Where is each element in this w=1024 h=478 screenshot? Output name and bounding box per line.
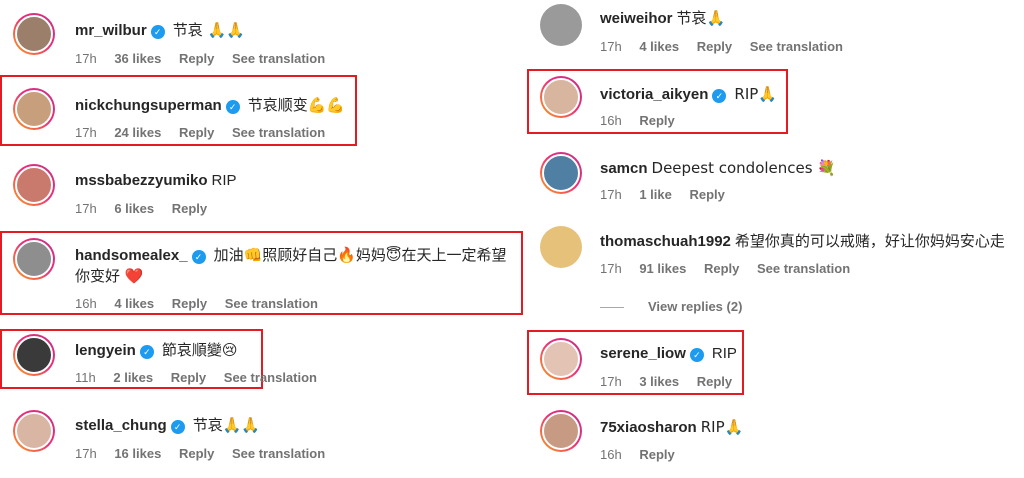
verified-badge-icon: ✓ <box>139 345 154 359</box>
comment-time: 16h <box>600 447 622 462</box>
likes-count[interactable]: 91 likes <box>639 261 686 276</box>
reply-button[interactable]: Reply <box>172 201 207 216</box>
likes-count[interactable]: 4 likes <box>639 39 679 54</box>
comment-time: 17h <box>600 261 622 276</box>
comment-text: RIP <box>211 172 237 189</box>
verified-badge-icon: ✓ <box>225 100 240 114</box>
comment-username[interactable]: nickchungsuperman <box>75 97 222 114</box>
see-translation-button[interactable]: See translation <box>232 446 325 461</box>
verified-badge-icon: ✓ <box>712 89 727 103</box>
comment-time: 17h <box>75 446 97 461</box>
comment-time: 17h <box>75 125 97 140</box>
reply-button[interactable]: Reply <box>639 113 674 128</box>
comment-text: Deepest condolences 💐 <box>651 159 837 177</box>
comment-text: RIP🙏 <box>700 418 744 436</box>
comment-time: 17h <box>600 187 622 202</box>
comment-time: 16h <box>75 296 97 311</box>
likes-count[interactable]: 1 like <box>639 187 672 202</box>
comment-username[interactable]: stella_chung <box>75 417 167 434</box>
avatar[interactable] <box>13 164 55 206</box>
avatar[interactable] <box>13 88 55 130</box>
verified-badge-icon: ✓ <box>191 250 206 264</box>
likes-count[interactable]: 3 likes <box>639 374 679 389</box>
comment-username[interactable]: thomaschuah1992 <box>600 233 731 250</box>
avatar[interactable] <box>540 226 582 268</box>
reply-button[interactable]: Reply <box>689 187 724 202</box>
avatar[interactable] <box>540 152 582 194</box>
avatar[interactable] <box>13 13 55 55</box>
reply-button[interactable]: Reply <box>179 446 214 461</box>
reply-button[interactable]: Reply <box>697 374 732 389</box>
reply-button[interactable]: Reply <box>697 39 732 54</box>
replies-divider <box>600 307 624 309</box>
comment-username[interactable]: 75xiaosharon <box>600 419 697 436</box>
comment-username[interactable]: mr_wilbur <box>75 22 147 39</box>
reply-button[interactable]: Reply <box>179 51 214 66</box>
comment-text: 節哀順變😢 <box>161 341 238 359</box>
comment-time: 11h <box>75 370 96 385</box>
comment-text: RIP <box>711 345 737 362</box>
reply-button[interactable]: Reply <box>179 125 214 140</box>
comment-username[interactable]: lengyein <box>75 342 136 359</box>
reply-button[interactable]: Reply <box>639 447 674 462</box>
comment-time: 17h <box>75 51 97 66</box>
comment-username[interactable]: serene_liow <box>600 345 686 362</box>
avatar[interactable] <box>13 238 55 280</box>
likes-count[interactable]: 24 likes <box>114 125 161 140</box>
see-translation-button[interactable]: See translation <box>225 296 318 311</box>
comment-time: 17h <box>600 39 622 54</box>
verified-badge-icon: ✓ <box>689 348 704 362</box>
comment-time: 17h <box>75 201 97 216</box>
likes-count[interactable]: 6 likes <box>114 201 154 216</box>
verified-badge-icon: ✓ <box>170 420 185 434</box>
view-replies-button[interactable]: View replies (2) <box>600 299 742 314</box>
likes-count[interactable]: 4 likes <box>114 296 154 311</box>
avatar[interactable] <box>540 76 582 118</box>
view-replies-label[interactable]: View replies (2) <box>648 299 742 314</box>
avatar[interactable] <box>540 4 582 46</box>
comment-text: 希望你真的可以戒赌，好让你妈妈安心走 <box>734 233 1005 250</box>
comment-time: 16h <box>600 113 622 128</box>
reply-button[interactable]: Reply <box>171 370 206 385</box>
see-translation-button[interactable]: See translation <box>750 39 843 54</box>
comment-text: RIP🙏 <box>734 85 777 103</box>
comment-username[interactable]: samcn <box>600 160 648 177</box>
see-translation-button[interactable]: See translation <box>232 125 325 140</box>
avatar[interactable] <box>540 410 582 452</box>
comment-time: 17h <box>600 374 622 389</box>
comment-text: 节哀🙏 <box>676 9 726 27</box>
comment-text: 节哀 🙏🙏 <box>172 21 245 39</box>
see-translation-button[interactable]: See translation <box>224 370 317 385</box>
comment-username[interactable]: victoria_aikyen <box>600 86 708 103</box>
see-translation-button[interactable]: See translation <box>757 261 850 276</box>
avatar[interactable] <box>13 410 55 452</box>
reply-button[interactable]: Reply <box>172 296 207 311</box>
verified-badge-icon: ✓ <box>150 25 165 39</box>
comment-username[interactable]: handsomealex_ <box>75 247 188 264</box>
comment-text: 节哀顺变💪💪 <box>247 96 346 114</box>
avatar[interactable] <box>13 334 55 376</box>
avatar[interactable] <box>540 338 582 380</box>
likes-count[interactable]: 2 likes <box>113 370 153 385</box>
see-translation-button[interactable]: See translation <box>232 51 325 66</box>
comment-username[interactable]: weiweihor <box>600 10 673 27</box>
comment-text: 节哀🙏🙏 <box>192 416 261 434</box>
comment-username[interactable]: mssbabezzyumiko <box>75 172 208 189</box>
reply-button[interactable]: Reply <box>704 261 739 276</box>
likes-count[interactable]: 36 likes <box>114 51 161 66</box>
likes-count[interactable]: 16 likes <box>114 446 161 461</box>
